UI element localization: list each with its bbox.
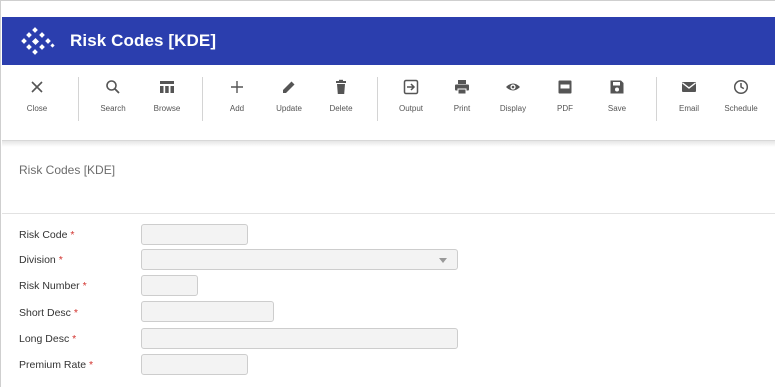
add-label: Add: [229, 104, 245, 113]
schedule-icon: [733, 79, 749, 95]
division-label: Division *: [19, 254, 63, 266]
toolbar-separator: [377, 77, 378, 121]
risk-number-input[interactable]: [141, 275, 198, 296]
email-label: Email: [678, 104, 699, 113]
risk-code-input[interactable]: [141, 224, 248, 245]
search-icon: [106, 80, 120, 94]
email-button[interactable]: Email: [666, 75, 712, 135]
display-label: Display: [499, 104, 527, 113]
short-desc-label: Short Desc *: [19, 307, 78, 319]
required-marker: *: [73, 307, 78, 319]
premium-rate-label: Premium Rate *: [19, 359, 94, 371]
add-button[interactable]: Add: [214, 75, 260, 135]
output-label: Output: [398, 104, 423, 113]
long-desc-input[interactable]: [141, 328, 458, 349]
premium-rate-input[interactable]: [141, 354, 248, 375]
output-button[interactable]: Output: [388, 75, 434, 135]
browse-label: Browse: [153, 104, 181, 113]
toolbar-separator: [202, 77, 203, 121]
toolbar-separator: [656, 77, 657, 121]
close-button[interactable]: Close: [14, 75, 60, 135]
app-window: Risk Codes [KDE] Close Search Browse Add…: [0, 0, 775, 387]
risk-number-label: Risk Number *: [19, 280, 87, 292]
browse-icon: [160, 81, 174, 93]
page-title: Risk Codes [KDE]: [19, 163, 116, 177]
required-marker: *: [72, 333, 77, 345]
logo-icon: [21, 27, 55, 55]
required-marker: *: [70, 229, 75, 241]
close-label: Close: [26, 104, 48, 113]
schedule-button[interactable]: Schedule: [718, 75, 764, 135]
toolbar: Close Search Browse Add Update Delete Ou…: [2, 65, 775, 141]
browse-button[interactable]: Browse: [144, 75, 190, 135]
toolbar-separator: [78, 77, 79, 121]
print-label: Print: [453, 104, 471, 113]
delete-button[interactable]: Delete: [318, 75, 364, 135]
title-bar: Risk Codes [KDE]: [2, 17, 775, 65]
delete-icon: [336, 79, 346, 94]
pdf-label: PDF: [557, 104, 573, 113]
print-icon: [455, 80, 469, 95]
pdf-button[interactable]: PDF: [542, 75, 588, 135]
print-button[interactable]: Print: [439, 75, 485, 135]
close-icon: [31, 81, 43, 93]
schedule-label: Schedule: [724, 104, 758, 113]
short-desc-input[interactable]: [141, 301, 274, 322]
add-icon: [231, 81, 243, 93]
update-button[interactable]: Update: [266, 75, 312, 135]
save-button[interactable]: Save: [594, 75, 640, 135]
pdf-icon: [558, 80, 572, 94]
save-icon: [610, 80, 624, 94]
output-icon: [403, 79, 419, 95]
search-label: Search: [100, 104, 126, 113]
division-select[interactable]: [141, 249, 458, 270]
risk-code-label: Risk Code *: [19, 229, 75, 241]
long-desc-label: Long Desc *: [19, 333, 77, 345]
display-button[interactable]: Display: [490, 75, 536, 135]
save-label: Save: [607, 104, 627, 113]
divider: [2, 213, 775, 214]
email-icon: [682, 82, 696, 92]
chevron-down-icon[interactable]: [439, 258, 447, 263]
toolbar-shadow: [2, 141, 775, 147]
update-icon: [283, 81, 295, 93]
required-marker: *: [82, 280, 87, 292]
search-button[interactable]: Search: [90, 75, 136, 135]
update-label: Update: [276, 104, 302, 113]
delete-label: Delete: [329, 104, 353, 113]
required-marker: *: [89, 359, 94, 371]
display-icon: [506, 83, 520, 91]
required-marker: *: [58, 254, 63, 266]
window-title: Risk Codes [KDE]: [70, 31, 217, 50]
